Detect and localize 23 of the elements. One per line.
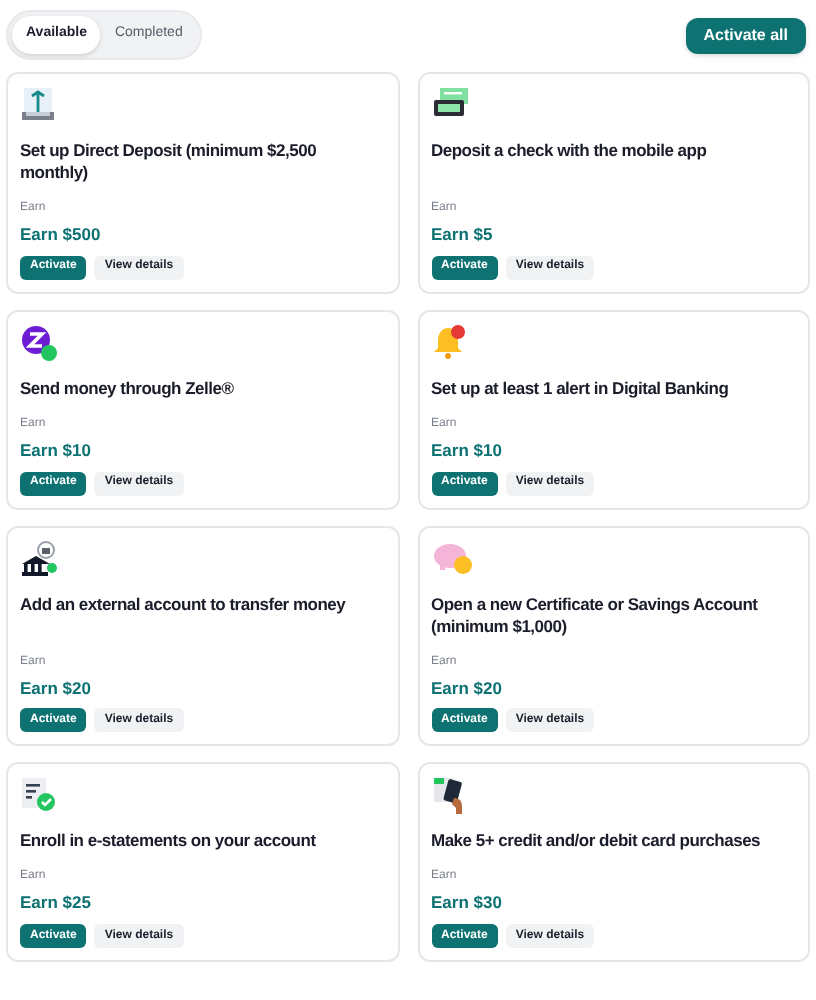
activate-all-button[interactable]: Activate all	[685, 17, 806, 53]
inbox-tray-icon	[20, 86, 56, 122]
reward-amount: Earn $5	[431, 222, 495, 248]
task-title: Add an external account to transfer money	[20, 593, 348, 615]
bank-link-icon	[20, 539, 60, 577]
reward-amount: Earn $10	[20, 437, 93, 463]
task-title: Open a new Certificate or Savings Account (minimum $1,000)	[431, 593, 760, 637]
phone-check-icon	[431, 86, 471, 122]
task-title: Set up at least 1 alert in Digital Banking	[431, 377, 731, 400]
reward-amount: Earn $20	[431, 675, 504, 701]
task-title: Make 5+ credit and/or debit card purchases	[431, 830, 763, 853]
reward-amount: Earn $20	[20, 675, 93, 701]
reward-amount: Earn $500	[20, 222, 103, 248]
task-title: Send money through Zelle®	[20, 377, 236, 400]
reward-amount: Earn $10	[431, 437, 504, 463]
reward-amount: Earn $25	[20, 890, 93, 916]
task-title: Set up Direct Deposit (minimum $2,500 monthly)	[20, 140, 319, 184]
task-title: Enroll in e-statements on your account	[20, 830, 318, 853]
reward-amount: Earn $30	[431, 890, 504, 916]
task-title: Deposit a check with the mobile app	[431, 140, 709, 162]
bell-icon	[431, 323, 467, 360]
payment-coin-icon	[20, 323, 58, 362]
document-check-icon	[20, 776, 56, 813]
